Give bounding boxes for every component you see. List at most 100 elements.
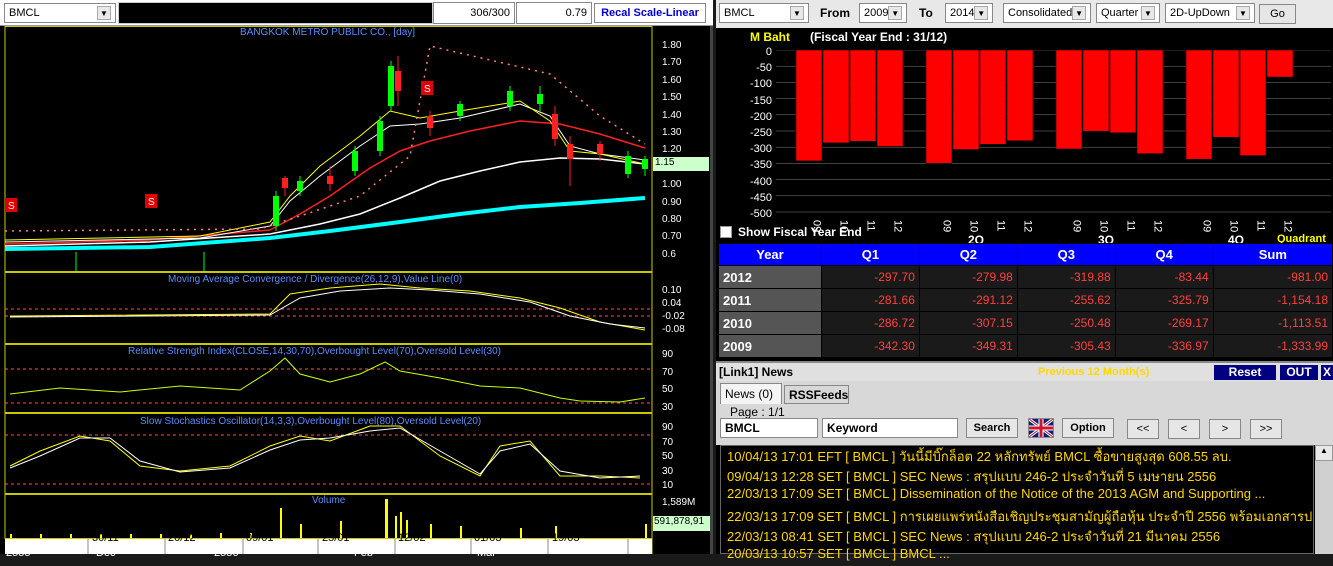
stoch-tick: 70 [662,436,674,448]
scroll-up-icon[interactable]: ▲ [1315,445,1333,461]
bar [1082,50,1110,132]
next-page-button[interactable]: > [1209,419,1241,439]
first-page-button[interactable]: << [1127,419,1159,439]
price-tick: 0.70 [662,231,682,243]
macd-tick: 0.04 [662,298,682,309]
to-year-select[interactable]: 2014 ▼ [945,3,993,23]
y-tick: -200 [749,110,772,123]
chart-title: BANGKOK METRO PUBLIC CO., [day] [240,27,416,38]
rsi-tick: 50 [662,384,674,395]
row-year: 2010 [718,311,822,335]
period-select[interactable]: Quarter ▼ [1096,3,1160,23]
date-label: 25/01 [322,532,350,544]
rsi-title: Relative Strength Index(CLOSE,14,30,70),… [128,346,501,357]
reset-button[interactable]: Reset [1214,365,1276,380]
year-label: 2556 [214,547,239,559]
prev-page-button[interactable]: < [1168,419,1200,439]
keyword-input[interactable]: Keyword [822,418,958,438]
last-page-button[interactable]: >> [1250,419,1282,439]
col-header-q2[interactable]: Q2 [918,243,1018,266]
bar [876,50,904,147]
cell-q2: -307.15 [918,311,1018,335]
cell-q2: -279.98 [918,265,1018,289]
go-button[interactable]: Go [1259,4,1296,24]
x-tick-label: 11 [995,220,1007,231]
list-item[interactable]: 22/03/13 08:41 SET [ BMCL ] SEC News : ส… [727,526,1312,546]
cell-q1: -286.72 [821,311,920,335]
show-fiscal-checkbox[interactable] [720,226,732,238]
news-symbol-input[interactable]: BMCL [720,418,818,438]
list-item[interactable]: 20/03/13 10:57 SET [ BMCL ] BMCL ... [727,546,1312,566]
bar [822,50,850,144]
financial-table: Year Q1 Q2 Q3 Q4 Sum 2012 -297.70 -279.9… [718,243,1333,358]
consolidated-select[interactable]: Consolidated ▼ [1003,3,1091,23]
bar [1266,50,1294,78]
search-button[interactable]: Search [966,418,1018,438]
x-tick-label: 11 [1255,220,1267,231]
col-header-sum[interactable]: Sum [1212,243,1333,266]
tab-news[interactable]: News (0) [720,383,782,404]
price-tick: 1.80 [662,40,682,51]
list-item[interactable]: 22/03/13 17:09 SET [ BMCL ] การเผยแพร่หน… [727,506,1312,526]
quarterly-bar-chart: 09 10 11 12 09 10 11 12 09 10 11 12 09 10 11 12 [776,50,1331,232]
date-axis: 30/11 20/12 09/01 25/01 12/02 01/03 19/0… [0,530,652,559]
chevron-down-icon: ▼ [790,6,804,20]
language-flag-icon[interactable] [1028,417,1054,439]
bar [1185,50,1213,160]
recal-scale-button[interactable]: Recal Scale-Linear [594,3,706,23]
fin-symbol-select[interactable]: BMCL ▼ [719,3,809,23]
tab-rss-feeds[interactable]: RSSFeeds [784,385,849,404]
list-item[interactable]: 09/04/13 12:28 SET [ BMCL ] SEC News : ส… [727,466,1312,486]
x-tick-label: 12 [1022,220,1034,232]
close-icon[interactable]: X [1321,365,1333,380]
view-value: 2D-UpDown [1170,7,1230,19]
from-year-value: 2009 [864,7,889,19]
price-tick: 1.50 [662,92,682,104]
month-label: Mar [477,547,496,559]
chart-symbol-select[interactable]: BMCL ▼ [4,3,116,23]
col-header-year[interactable]: Year [718,243,822,266]
cell-sum: -1,333.99 [1212,334,1333,358]
x-tick-label: 09 [941,220,953,232]
out-button[interactable]: OUT [1280,365,1318,380]
bar [1006,50,1034,141]
bar-y-axis: 0 -50 -100 -150 -200 -250 -300 -350 -400… [742,44,772,222]
x-tick-label: 10 [968,220,980,232]
x-tick-label: 11 [1125,220,1137,231]
table-row: 2012 -297.70 -279.98 -319.88 -83.44 -981… [718,265,1333,289]
month-label: Dec [96,547,116,559]
news-scrollbar[interactable]: ▲ [1315,445,1333,554]
bar [1055,50,1083,150]
macd-tick: -0.08 [662,324,685,335]
price-axis: 1.80 1.70 1.60 1.50 1.40 1.30 1.20 1.10 … [662,37,681,263]
option-button[interactable]: Option [1062,418,1114,438]
list-item[interactable]: 10/04/13 17:01 EFT [ BMCL ] วันนี้มีบิ๊ก… [727,446,1312,466]
macd-tick: 0.10 [662,285,682,296]
table-row: 2011 -281.66 -291.12 -255.62 -325.79 -1,… [718,288,1333,312]
y-tick: -300 [749,143,772,156]
to-label: To [919,6,933,20]
cell-q4: -336.97 [1114,334,1214,358]
cell-sum: -981.00 [1212,265,1333,289]
chart-info-box [118,2,433,24]
col-header-q3[interactable]: Q3 [1016,243,1116,266]
bar [1109,50,1137,134]
current-price-marker: 1.15 [653,157,709,171]
col-header-q1[interactable]: Q1 [821,243,920,266]
stock-chart-panel: BMCL ▼ 306/300 0.79 Recal Scale-Linear S… [0,0,713,559]
col-header-q4[interactable]: Q4 [1114,243,1214,266]
from-label: From [820,6,850,20]
chevron-down-icon: ▼ [1141,6,1155,20]
sell-signal: S [8,201,15,212]
y-tick: 0 [765,46,772,58]
page-indicator: Page : 1/1 [730,405,785,419]
list-item[interactable]: 22/03/13 17:09 SET [ BMCL ] Disseminatio… [727,486,1312,506]
from-year-select[interactable]: 2009 ▼ [859,3,907,23]
row-year: 2012 [718,265,822,289]
bar [925,50,953,164]
bar [952,50,980,150]
stoch-tick: 50 [662,451,674,462]
y-tick: -150 [749,94,772,107]
cell-q3: -305.43 [1016,334,1116,358]
view-select[interactable]: 2D-UpDown ▼ [1165,3,1255,23]
